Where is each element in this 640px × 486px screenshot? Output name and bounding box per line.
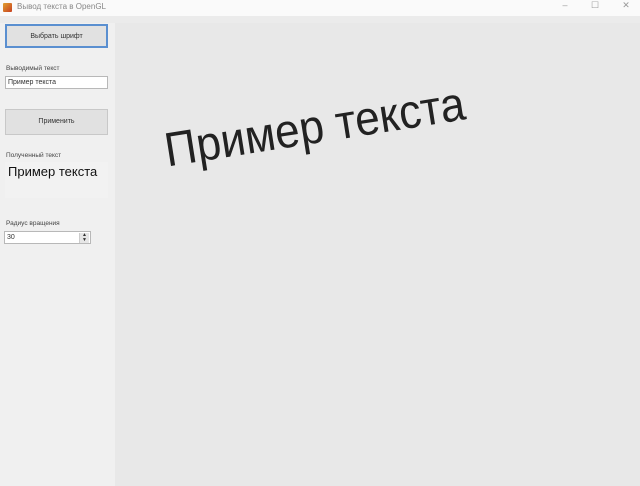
output-text-input[interactable]: Пример текста [5, 76, 108, 89]
rotation-radius-value: 30 [7, 234, 15, 241]
minimize-button[interactable]: – [555, 0, 575, 14]
output-text-label: Выводимый текст [6, 65, 60, 72]
result-text-label: Полученный текст [6, 152, 62, 159]
rotation-radius-stepper[interactable]: 30 ▲ ▼ [4, 231, 91, 244]
choose-font-button[interactable]: Выбрать шрифт [5, 24, 108, 48]
result-text-display: Пример текста [5, 162, 108, 198]
title-bar: Вывод текста в OpenGL – ☐ ✕ [0, 0, 640, 16]
sidebar [0, 23, 113, 486]
rotation-radius-label: Радиус вращения [6, 220, 60, 227]
menu-strip [0, 16, 640, 23]
close-button[interactable]: ✕ [616, 0, 636, 14]
maximize-button[interactable]: ☐ [585, 0, 605, 14]
window-title: Вывод текста в OpenGL [17, 2, 106, 11]
spin-arrows-icon[interactable]: ▲ ▼ [79, 233, 89, 243]
app-icon [3, 3, 12, 12]
apply-button[interactable]: Применить [5, 109, 108, 135]
